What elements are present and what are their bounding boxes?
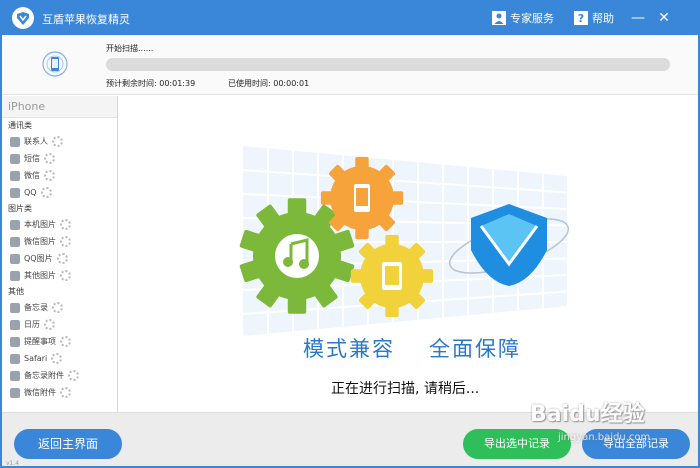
sidebar-item-label: 其他图片 — [24, 271, 56, 280]
sidebar-item[interactable]: QQ — [2, 184, 117, 201]
sidebar-item[interactable]: Safari — [2, 350, 117, 367]
yellow-gear-tablet-icon — [350, 234, 434, 318]
loading-spinner-icon — [44, 153, 55, 164]
device-name: iPhone — [2, 96, 117, 118]
expert-service-label: 专家服务 — [510, 12, 554, 25]
wechat-image-icon — [10, 236, 20, 247]
sidebar-item-label: 短信 — [24, 154, 40, 163]
loading-spinner-icon — [52, 302, 63, 313]
svg-text:?: ? — [578, 12, 584, 25]
sidebar-item[interactable]: 微信图片 — [2, 233, 117, 250]
sidebar-item-label: 备忘录 — [24, 303, 48, 312]
reminders-icon — [10, 336, 20, 347]
time-remaining: 预计剩余时间: 00:01:39 — [106, 79, 196, 88]
sidebar-item-label: 联系人 — [24, 137, 48, 146]
orange-gear-phone-icon — [320, 156, 404, 240]
help-button[interactable]: ? 帮助 — [574, 10, 614, 26]
sidebar-item[interactable]: 联系人 — [2, 133, 117, 150]
sms-icon — [10, 153, 20, 164]
sidebar-item[interactable]: 日历 — [2, 316, 117, 333]
sidebar-item-label: 本机图片 — [24, 220, 56, 229]
loading-spinner-icon — [44, 170, 55, 181]
data-type-sidebar: iPhone 通讯类联系人短信微信 QQ 图片类本机图片微信图片 QQ图片其他图片 其他… — [2, 96, 118, 412]
sidebar-category-title: 通讯类 — [8, 121, 32, 130]
scan-illustration — [239, 146, 570, 336]
loading-spinner-icon — [40, 187, 52, 198]
app-logo-icon — [12, 7, 34, 29]
sidebar-item[interactable]: 其他图片 — [2, 267, 117, 284]
export-all-button[interactable]: 导出全部记录 — [582, 429, 690, 459]
loading-spinner-icon — [56, 253, 68, 264]
wechat-icon — [10, 170, 20, 181]
slogan: 模式兼容 全面保障 — [303, 333, 521, 363]
loading-spinner-icon — [60, 219, 71, 230]
sidebar-item[interactable]: QQ图片 — [2, 250, 117, 267]
sidebar-item-label: 日历 — [24, 320, 40, 329]
sidebar-item-label: QQ — [24, 188, 37, 197]
sidebar-item-label: 微信 — [24, 171, 40, 180]
slogan-right: 全面保障 — [429, 337, 521, 361]
phone-scan-icon — [42, 51, 68, 77]
slogan-left: 模式兼容 — [303, 337, 395, 361]
sidebar-item-label: Safari — [24, 354, 48, 363]
loading-spinner-icon — [51, 353, 63, 364]
notes-attachment-icon — [10, 370, 20, 381]
safari-icon — [10, 353, 20, 364]
calendar-icon — [10, 319, 20, 330]
time-used: 已使用时间: 00:00:01 — [228, 79, 310, 88]
loading-spinner-icon — [68, 370, 79, 381]
help-label: 帮助 — [592, 12, 614, 25]
sidebar-item[interactable]: 本机图片 — [2, 216, 117, 233]
scanning-message: 正在进行扫描, 请稍后... — [331, 381, 480, 397]
loading-spinner-icon — [60, 236, 71, 247]
version-label: v1.4 — [6, 460, 20, 467]
app-window: 互盾苹果恢复精灵 专家服务 ? 帮助 — ✕ 开始扫描...... 预计剩余时间… — [0, 0, 700, 468]
scan-progress-panel: 开始扫描...... 预计剩余时间: 00:01:39 已使用时间: 00:00… — [2, 35, 698, 95]
loading-spinner-icon — [60, 270, 71, 281]
sidebar-item[interactable]: 微信附件 — [2, 384, 117, 401]
loading-spinner-icon — [52, 136, 63, 147]
sidebar-category-title: 图片类 — [8, 204, 32, 213]
main-panel: 模式兼容 全面保障 正在进行扫描, 请稍后... — [119, 96, 698, 412]
export-selected-button[interactable]: 导出选中记录 — [463, 429, 571, 459]
scan-progress-bar — [106, 58, 670, 71]
notes-icon — [10, 302, 20, 313]
scan-status-text: 开始扫描...... — [106, 44, 154, 53]
contacts-icon — [10, 136, 20, 147]
sidebar-item-label: 微信附件 — [24, 388, 56, 397]
bottom-bar: 返回主界面 导出选中记录 导出全部记录 v1.4 — [2, 412, 698, 467]
expert-service-button[interactable]: 专家服务 — [492, 10, 554, 26]
sidebar-item[interactable]: 备忘录附件 — [2, 367, 117, 384]
back-to-home-button[interactable]: 返回主界面 — [14, 429, 122, 459]
minimize-button[interactable]: — — [628, 8, 648, 28]
sidebar-item[interactable]: 微信 — [2, 167, 117, 184]
app-title: 互盾苹果恢复精灵 — [42, 13, 130, 26]
sidebar-item[interactable]: 提醒事项 — [2, 333, 117, 350]
loading-spinner-icon — [60, 387, 71, 398]
image-icon — [10, 270, 20, 281]
loading-spinner-icon — [60, 336, 71, 347]
sidebar-item-label: 微信图片 — [24, 237, 56, 246]
sidebar-category-title: 其他 — [8, 287, 24, 296]
camera-icon — [10, 219, 20, 230]
qq-image-icon — [10, 253, 20, 264]
wechat-attachment-icon — [10, 387, 20, 398]
loading-spinner-icon — [44, 319, 55, 330]
sidebar-item[interactable]: 短信 — [2, 150, 117, 167]
sidebar-item-label: 提醒事项 — [24, 337, 56, 346]
person-icon — [492, 11, 506, 25]
help-icon: ? — [574, 11, 588, 25]
close-button[interactable]: ✕ — [654, 8, 674, 28]
sidebar-item[interactable]: 备忘录 — [2, 299, 117, 316]
sidebar-item-label: QQ图片 — [24, 254, 53, 263]
sidebar-item-label: 备忘录附件 — [24, 371, 64, 380]
qq-icon — [10, 187, 20, 198]
title-bar: 互盾苹果恢复精灵 专家服务 ? 帮助 — ✕ — [2, 2, 698, 35]
